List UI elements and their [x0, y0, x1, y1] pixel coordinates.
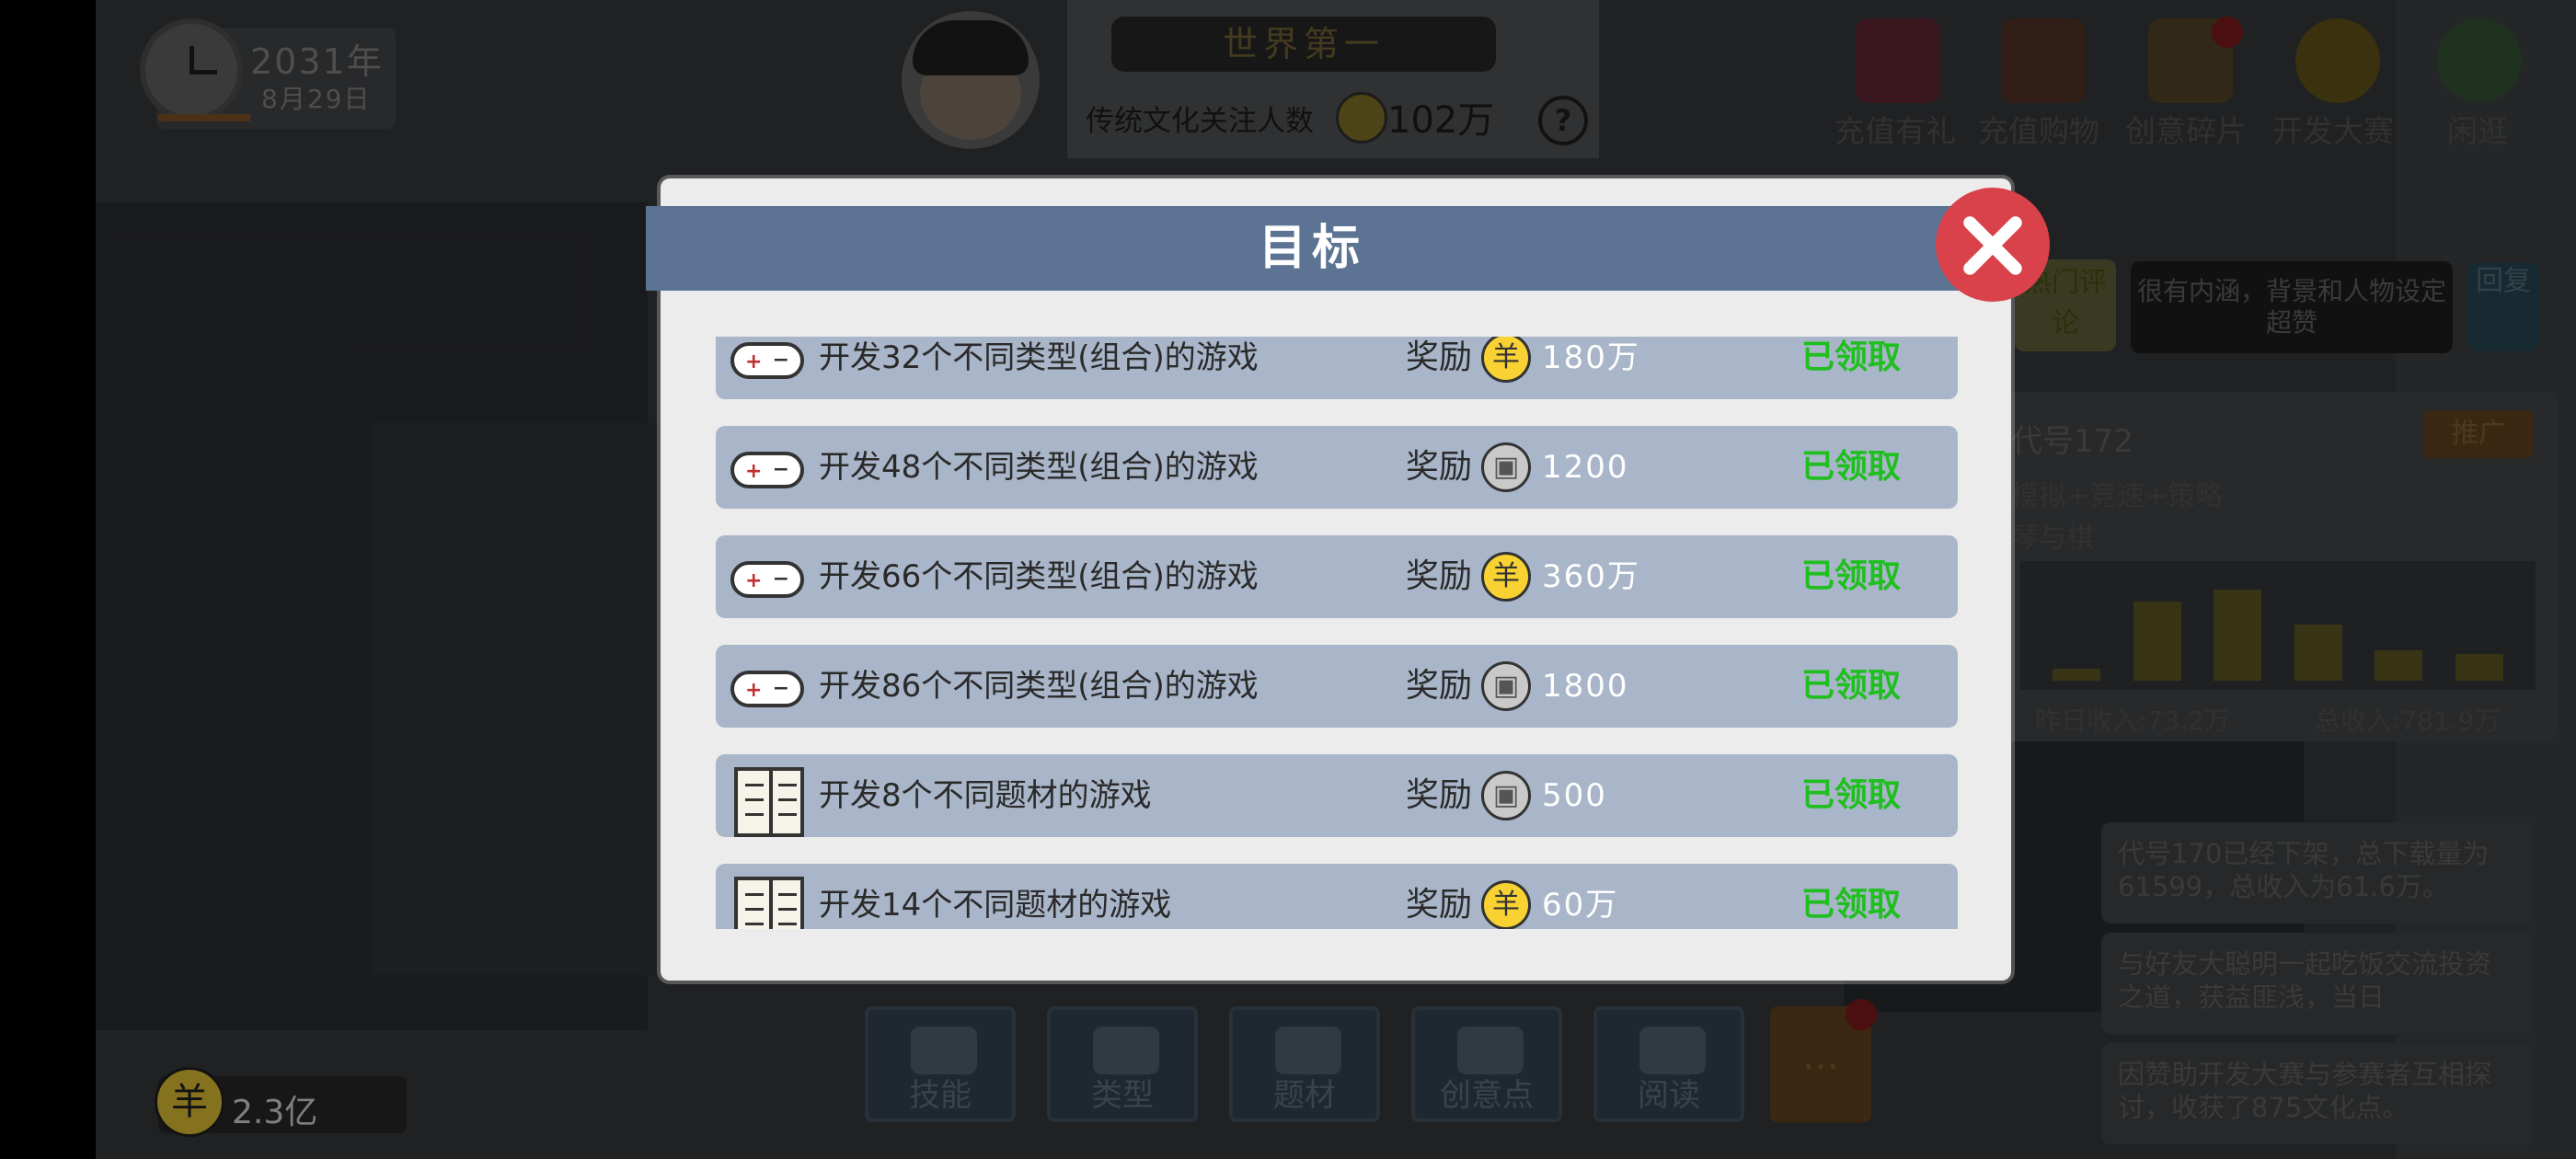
- goal-list[interactable]: + − 开发32个不同类型(组合)的游戏 奖励羊 180万 已领取 + − 开发48个不同类型(…: [716, 337, 1958, 929]
- goal-row: + − 开发32个不同类型(组合)的游戏 奖励羊 180万 已领取: [716, 337, 1958, 399]
- reward-amount: 180万: [1542, 339, 1640, 376]
- goal-row: 开发8个不同题材的游戏 奖励 ▣ 500 已领取: [716, 754, 1958, 837]
- reward-label: 奖励: [1406, 886, 1473, 924]
- claimed-status: 已领取: [1801, 448, 1902, 486]
- goal-row: + − 开发66个不同类型(组合)的游戏 奖励羊 360万 已领取: [716, 535, 1958, 618]
- gold-coin-icon: 羊: [1481, 552, 1531, 602]
- goal-row: 开发14个不同题材的游戏 奖励羊 60万 已领取: [716, 864, 1958, 929]
- modal-title: 目标: [1258, 221, 1365, 276]
- goal-text: 开发66个不同类型(组合)的游戏: [819, 558, 1259, 595]
- reward-amount: 60万: [1542, 887, 1619, 924]
- gamepad-icon: + −: [730, 439, 804, 499]
- reward-label: 奖励: [1406, 339, 1473, 376]
- silver-coin-icon: ▣: [1481, 771, 1531, 820]
- claimed-status: 已领取: [1801, 776, 1902, 814]
- goal-text: 开发14个不同题材的游戏: [819, 887, 1172, 924]
- gamepad-icon: + −: [730, 658, 804, 718]
- claimed-status: 已领取: [1801, 557, 1902, 595]
- gamepad-icon: + −: [730, 548, 804, 609]
- book-icon: [730, 767, 804, 837]
- goal-text: 开发86个不同类型(组合)的游戏: [819, 668, 1259, 705]
- gamepad-icon: + −: [730, 337, 804, 390]
- reward-label: 奖励: [1406, 557, 1473, 595]
- reward-amount: 360万: [1542, 558, 1640, 595]
- claimed-status: 已领取: [1801, 339, 1902, 376]
- close-icon[interactable]: [1936, 188, 2050, 302]
- reward-amount: 500: [1542, 777, 1607, 814]
- modal-header: 目标: [646, 206, 1978, 291]
- reward-amount: 1800: [1542, 668, 1629, 705]
- goal-text: 开发48个不同类型(组合)的游戏: [819, 449, 1259, 486]
- book-icon: [730, 877, 804, 929]
- reward-amount: 1200: [1542, 449, 1629, 486]
- reward-label: 奖励: [1406, 776, 1473, 814]
- silver-coin-icon: ▣: [1481, 442, 1531, 492]
- goal-row: + − 开发86个不同类型(组合)的游戏 奖励 ▣ 1800 已领取: [716, 645, 1958, 728]
- goal-text: 开发8个不同题材的游戏: [819, 777, 1152, 814]
- silver-coin-icon: ▣: [1481, 661, 1531, 711]
- gold-coin-icon: 羊: [1481, 337, 1531, 383]
- gold-coin-icon: 羊: [1481, 880, 1531, 929]
- goal-text: 开发32个不同类型(组合)的游戏: [819, 339, 1259, 376]
- reward-label: 奖励: [1406, 667, 1473, 705]
- claimed-status: 已领取: [1801, 667, 1902, 705]
- reward-label: 奖励: [1406, 448, 1473, 486]
- claimed-status: 已领取: [1801, 886, 1902, 924]
- goal-row: + − 开发48个不同类型(组合)的游戏 奖励 ▣ 1200 已领取: [716, 426, 1958, 509]
